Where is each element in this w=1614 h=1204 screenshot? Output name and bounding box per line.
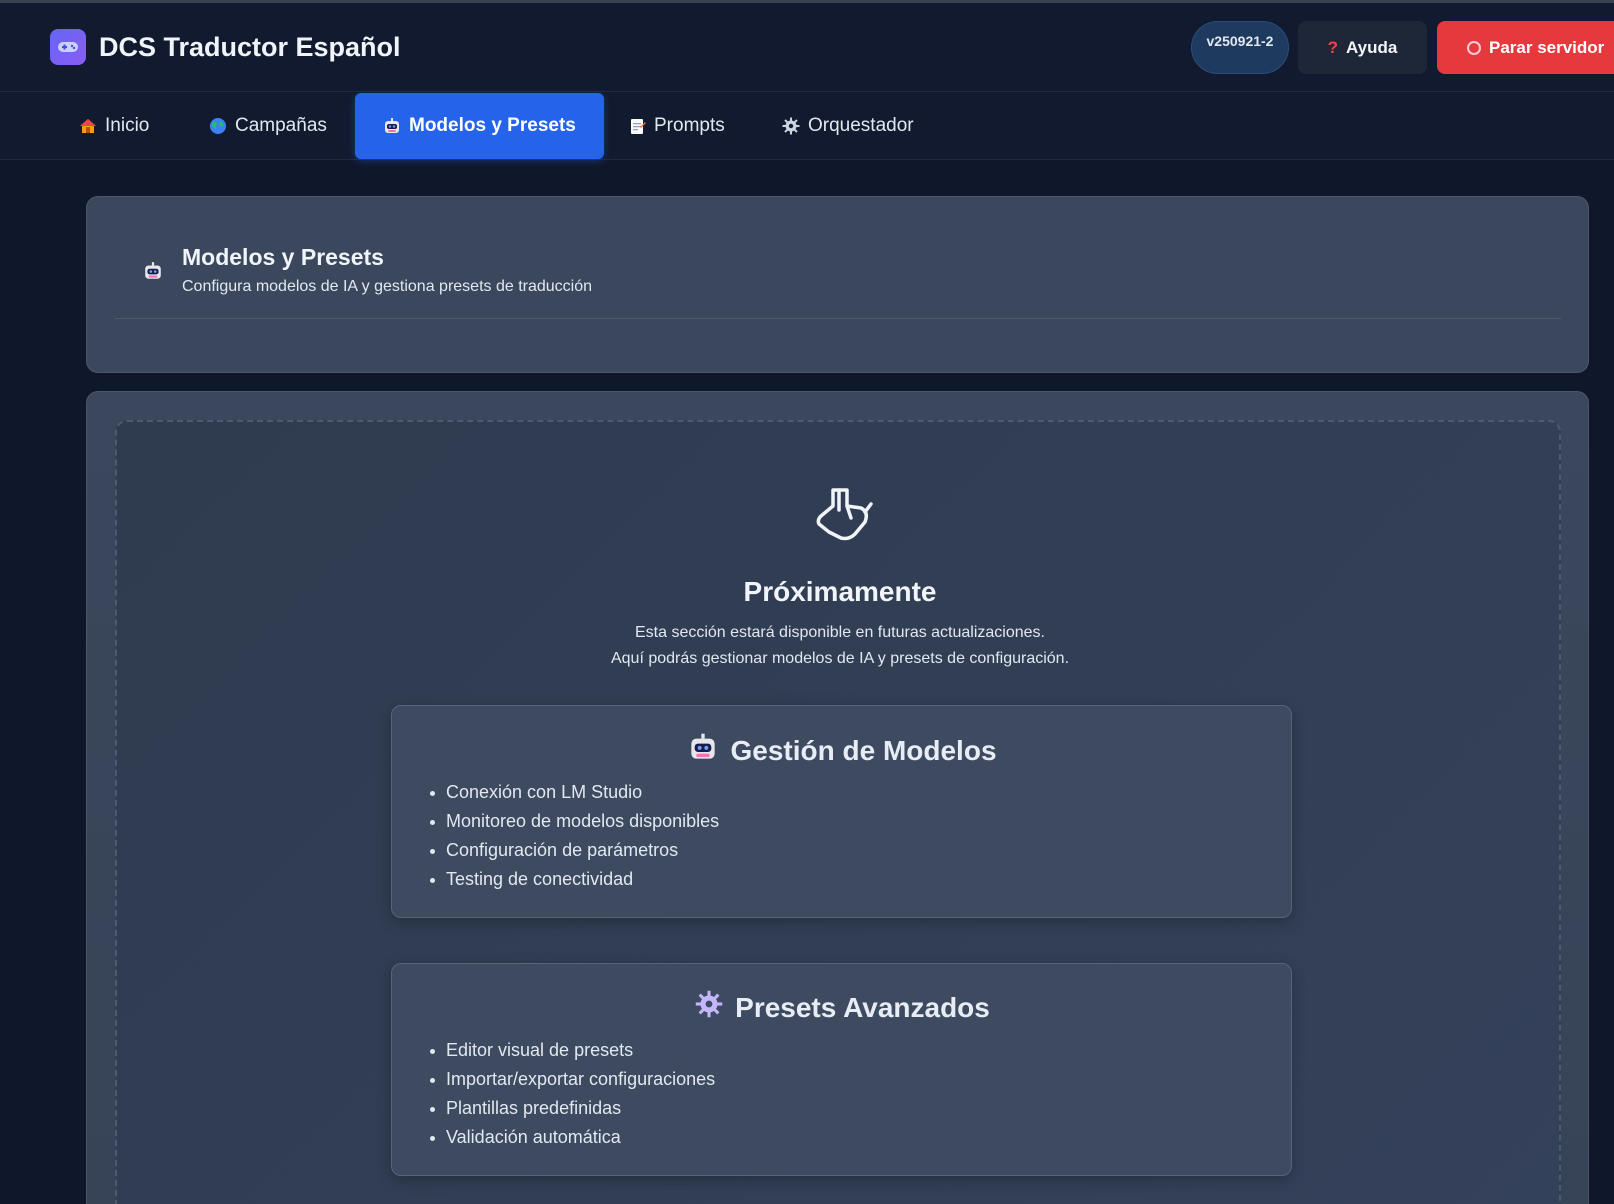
hand-wave-icon (811, 482, 875, 551)
feature-card-models: Gestión de Modelos Conexión con LM Studi… (391, 705, 1292, 918)
list-item: Editor visual de presets (429, 1036, 715, 1065)
gear-icon (782, 117, 800, 135)
stop-circle-icon (1467, 40, 1481, 55)
house-icon (79, 117, 97, 135)
feature-title: Presets Avanzados (392, 990, 1293, 1025)
tab-label: Campañas (235, 115, 327, 136)
coming-soon-panel: Próximamente Esta sección estará disponi… (115, 420, 1561, 1204)
robot-icon (688, 732, 718, 769)
coming-soon-card: Próximamente Esta sección estará disponi… (86, 391, 1589, 1204)
tab-inicio[interactable]: Inicio (79, 93, 149, 159)
app-title: DCS Traductor Español (99, 32, 401, 62)
page-subtitle: Configura modelos de IA y gestiona prese… (182, 278, 593, 295)
list-item: Monitoreo de modelos disponibles (429, 807, 719, 836)
robot-icon (143, 261, 163, 286)
tab-orquestador[interactable]: Orquestador (782, 93, 914, 159)
app-header: DCS Traductor Español v250921-2 ? Ayuda … (0, 3, 1614, 92)
tab-modelos-presets[interactable]: Modelos y Presets (355, 93, 604, 159)
feature-list: Conexión con LM Studio Monitoreo de mode… (429, 778, 719, 894)
coming-soon-line-1: Esta sección estará disponible en futura… (634, 624, 1045, 641)
feature-title-text: Presets Avanzados (735, 991, 990, 1023)
gamepad-icon (58, 42, 78, 52)
help-button[interactable]: ? Ayuda (1298, 21, 1427, 74)
coming-soon-title: Próximamente (743, 576, 937, 607)
globe-icon (209, 117, 227, 135)
tab-label: Orquestador (808, 115, 914, 136)
robot-icon (383, 117, 401, 135)
feature-card-presets: Presets Avanzados Editor visual de prese… (391, 963, 1292, 1176)
app-logo (50, 29, 86, 65)
header-divider (115, 318, 1561, 319)
help-button-label: Ayuda (1346, 37, 1398, 57)
list-item: Importar/exportar configuraciones (429, 1065, 715, 1094)
stop-server-button[interactable]: Parar servidor (1437, 21, 1614, 74)
list-item: Plantillas predefinidas (429, 1094, 715, 1123)
version-badge: v250921-2 (1191, 21, 1289, 74)
list-item: Conexión con LM Studio (429, 778, 719, 807)
stop-server-label: Parar servidor (1489, 37, 1605, 57)
question-icon: ? (1327, 37, 1339, 57)
section-header-card: Modelos y Presets Configura modelos de I… (86, 196, 1589, 373)
list-item: Testing de conectividad (429, 865, 719, 894)
feature-title-text: Gestión de Modelos (730, 734, 997, 766)
feature-title: Gestión de Modelos (392, 732, 1293, 769)
coming-soon-description: Esta sección estará disponible en futura… (117, 620, 1563, 672)
list-item: Validación automática (429, 1123, 715, 1152)
coming-soon-line-2: Aquí podrás gestionar modelos de IA y pr… (610, 650, 1070, 667)
feature-list: Editor visual de presets Importar/export… (429, 1036, 715, 1152)
tab-campanas[interactable]: Campañas (209, 93, 327, 159)
page-title: Modelos y Presets (182, 244, 384, 270)
tab-prompts[interactable]: Prompts (628, 93, 725, 159)
tab-label: Inicio (105, 115, 150, 136)
main-nav: Inicio Campañas Modelos y Presets Prompt… (0, 92, 1614, 160)
list-item: Configuración de parámetros (429, 836, 719, 865)
tab-label: Prompts (654, 115, 725, 136)
memo-icon (628, 117, 646, 135)
tab-label: Modelos y Presets (409, 115, 576, 136)
gear-icon (695, 990, 723, 1025)
